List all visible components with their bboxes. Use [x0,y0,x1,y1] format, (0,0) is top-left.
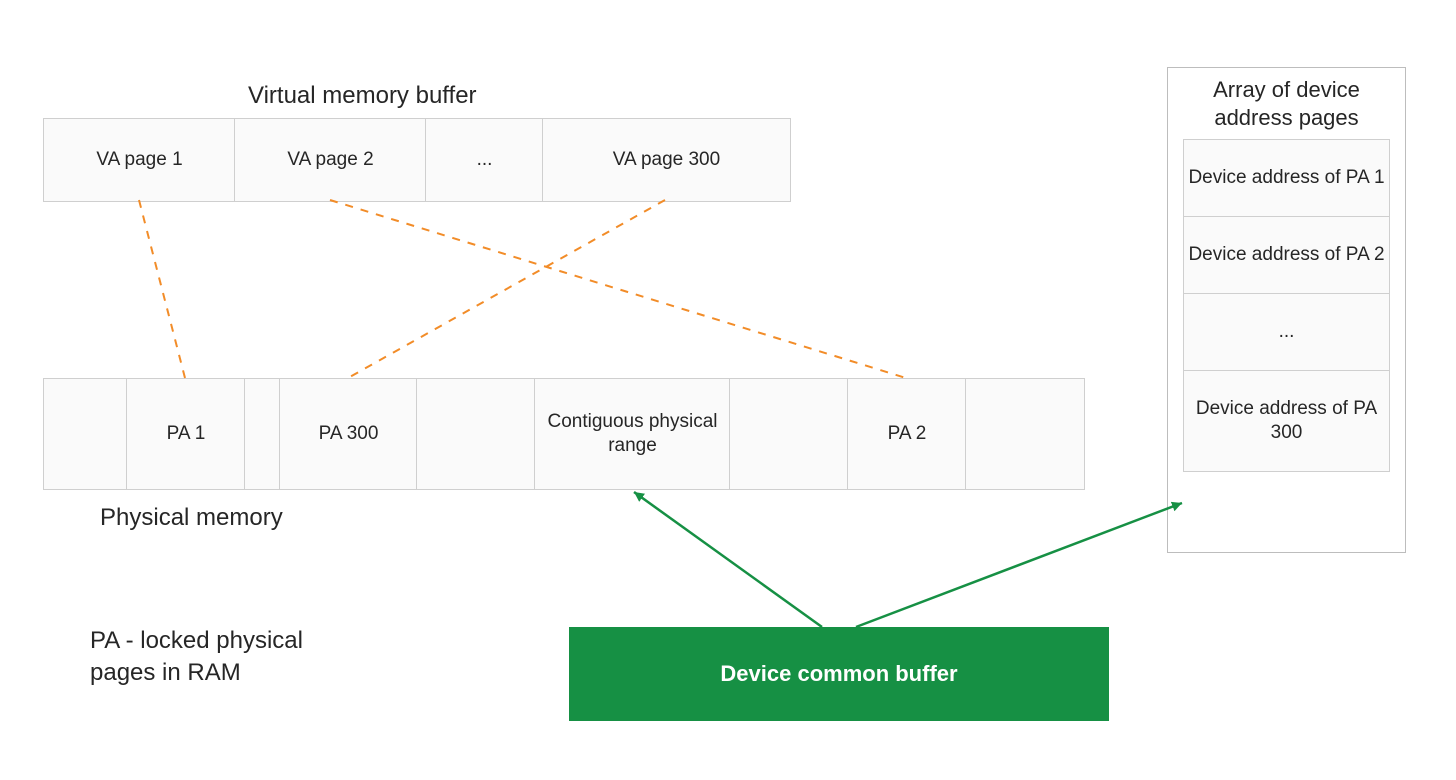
pm-cell-4 [416,378,536,490]
pm-cell-1: PA 1 [126,378,246,490]
device-common-buffer: Device common buffer [569,627,1109,721]
device-array-item-2: ... [1183,293,1390,371]
pm-cell-2 [244,378,281,490]
device-array-panel: Array of device address pages Device add… [1167,67,1406,553]
pm-cell-7: PA 2 [847,378,967,490]
pm-cell-8 [965,378,1085,490]
vm-page-1: VA page 1 [43,118,236,202]
vm-page-ellipsis: ... [425,118,544,202]
vm-title: Virtual memory buffer [248,82,477,110]
vm-page-2: VA page 2 [234,118,427,202]
pm-title: Physical memory [100,504,283,532]
pm-cell-5: Contiguous physical range [534,378,731,490]
device-array-item-0: Device address of PA 1 [1183,139,1390,217]
device-array-title: Array of device address pages [1168,68,1405,139]
device-array-item-3: Device address of PA 300 [1183,370,1390,472]
pm-cell-3: PA 300 [279,378,418,490]
pm-cell-0 [43,378,128,490]
device-array-item-1: Device address of PA 2 [1183,216,1390,294]
pm-cell-6 [729,378,849,490]
legend: PA - locked physical pages in RAM [90,625,350,690]
vm-page-300: VA page 300 [542,118,791,202]
